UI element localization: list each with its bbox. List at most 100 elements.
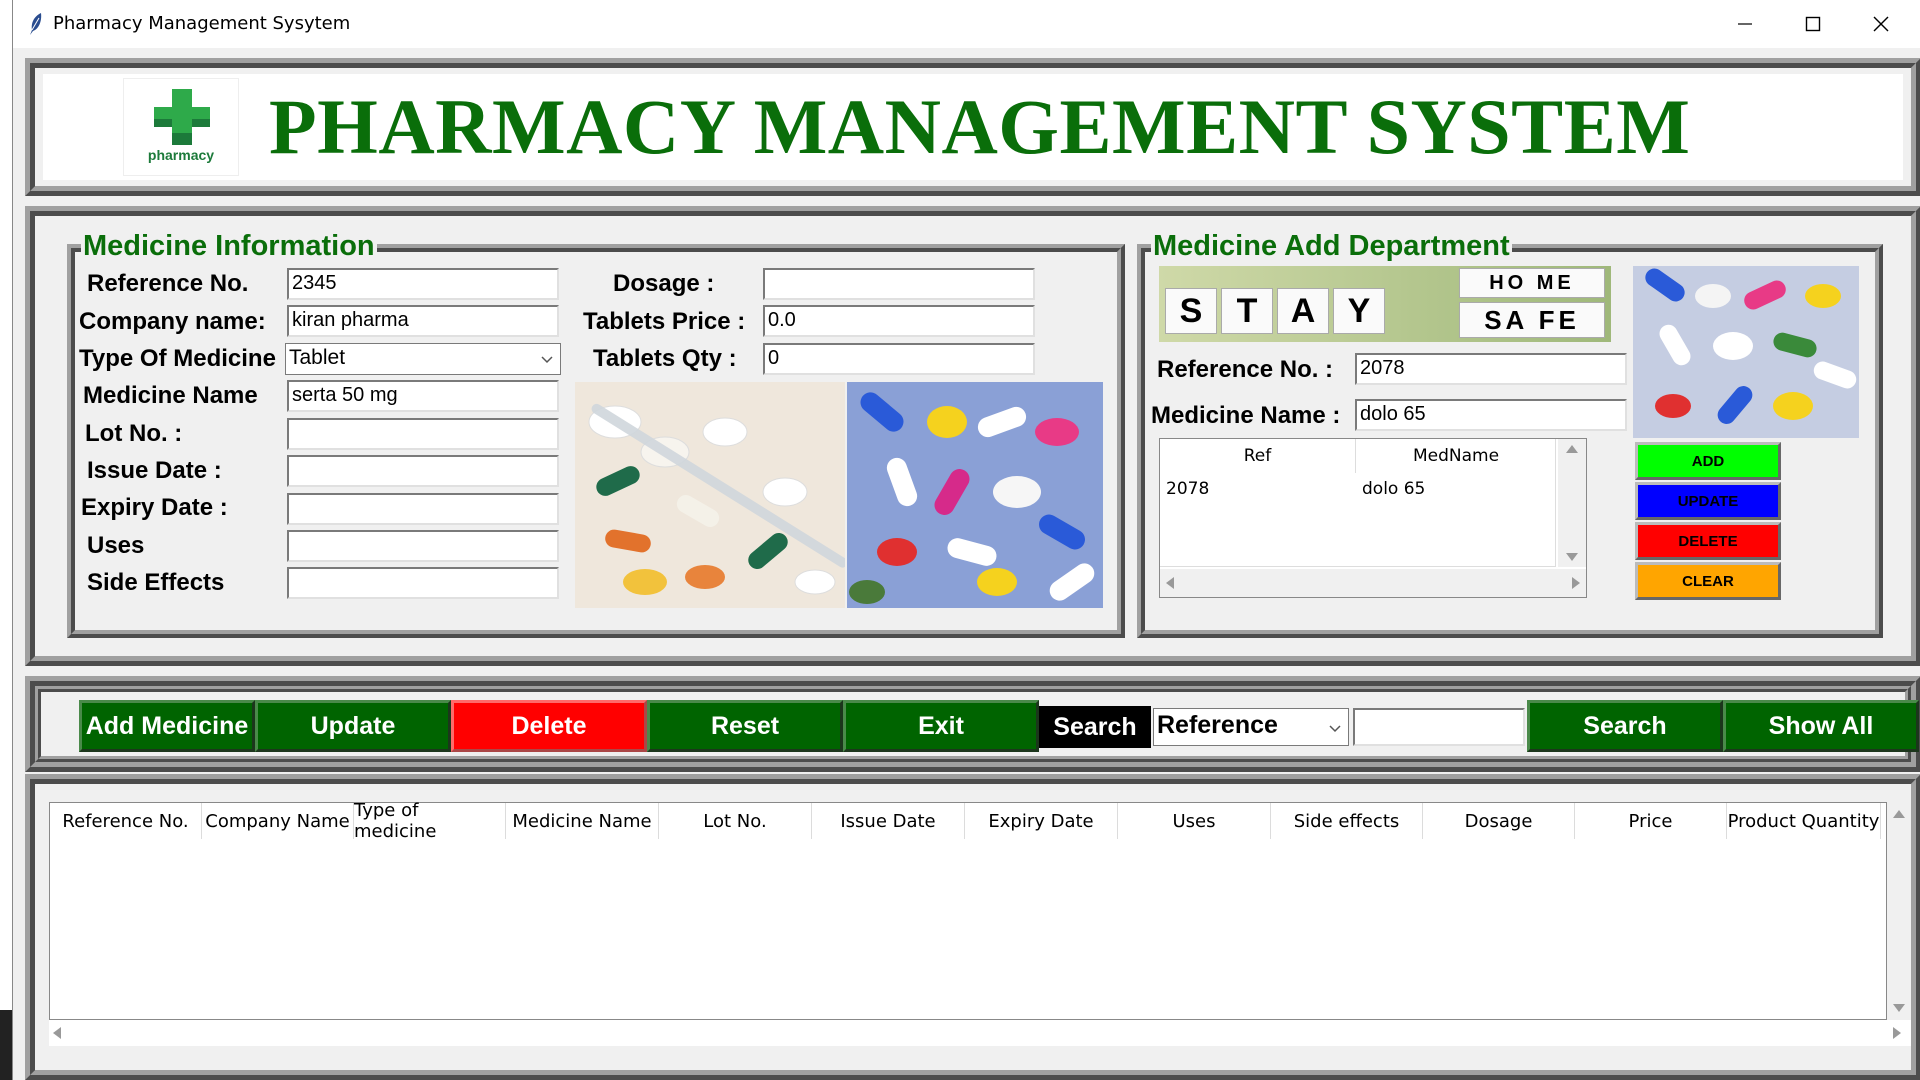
- desktop-taskbar-edge: [0, 1010, 12, 1080]
- medicine-name-input[interactable]: serta 50 mg: [287, 380, 559, 412]
- side-effects-label: Side Effects: [87, 569, 225, 596]
- delete-medicine-button[interactable]: Delete: [451, 700, 647, 752]
- reference-no-input[interactable]: 2345: [287, 268, 559, 300]
- type-of-medicine-select[interactable]: Tablet: [285, 343, 561, 375]
- pills-pile-image: [1633, 266, 1859, 438]
- medicine-information-title: Medicine Information: [81, 230, 377, 263]
- letter-tile: Y: [1333, 288, 1385, 334]
- title-bar: Pharmacy Management Sysytem: [13, 0, 1920, 48]
- app-window: Pharmacy Management Sysytem pharmacy PHA…: [12, 0, 1920, 1080]
- stay-word: S T A Y: [1165, 288, 1385, 334]
- add-dept-reference-no-label: Reference No. :: [1157, 356, 1334, 383]
- main-frame: Medicine Information Reference No. 2345 …: [25, 206, 1920, 666]
- table-vertical-scrollbar[interactable]: [1887, 802, 1911, 1020]
- expiry-date-label: Expiry Date :: [81, 494, 228, 521]
- column-header[interactable]: Company Name: [202, 803, 354, 839]
- header-frame: pharmacy PHARMACY MANAGEMENT SYSTEM: [25, 58, 1920, 196]
- list-header-ref[interactable]: Ref: [1160, 439, 1356, 473]
- side-effects-input[interactable]: [287, 567, 559, 599]
- clear-button[interactable]: CLEAR: [1635, 562, 1781, 600]
- tablets-price-label: Tablets Price :: [583, 308, 746, 335]
- table-frame: Reference No. Company Name Type of medic…: [25, 774, 1920, 1080]
- search-input[interactable]: [1353, 708, 1525, 746]
- medicine-name-label: Medicine Name: [83, 382, 258, 409]
- uses-input[interactable]: [287, 530, 559, 562]
- column-header[interactable]: Medicine Name: [506, 803, 659, 839]
- tablets-qty-input[interactable]: 0: [763, 343, 1035, 375]
- update-button[interactable]: UPDATE: [1635, 482, 1781, 520]
- company-name-input[interactable]: kiran pharma: [287, 305, 559, 337]
- list-cell-medname: dolo 65: [1362, 479, 1426, 499]
- add-dept-medicine-name-input[interactable]: dolo 65: [1355, 399, 1627, 431]
- lot-no-input[interactable]: [287, 418, 559, 450]
- letter-tile: T: [1221, 288, 1273, 334]
- safe-tiles: SA FE: [1459, 302, 1605, 338]
- list-cell-ref: 2078: [1166, 479, 1210, 499]
- home-tiles: HO ME: [1459, 268, 1605, 298]
- list-vertical-scrollbar[interactable]: [1558, 439, 1586, 567]
- medicine-add-department-title: Medicine Add Department: [1151, 230, 1512, 263]
- search-by-select[interactable]: Reference: [1153, 708, 1349, 746]
- dosage-label: Dosage :: [613, 270, 715, 297]
- search-button[interactable]: Search: [1527, 700, 1723, 752]
- issue-date-input[interactable]: [287, 455, 559, 487]
- logo-text: pharmacy: [147, 147, 215, 163]
- expiry-date-input[interactable]: [287, 493, 559, 525]
- list-horizontal-scrollbar[interactable]: [1160, 569, 1586, 597]
- window-title: Pharmacy Management Sysytem: [53, 13, 351, 34]
- pharmacy-logo: pharmacy: [123, 78, 239, 176]
- table-header: Reference No. Company Name Type of medic…: [50, 800, 1888, 842]
- company-name-label: Company name:: [79, 308, 266, 335]
- list-header-medname[interactable]: MedName: [1356, 439, 1556, 473]
- column-header[interactable]: Expiry Date: [965, 803, 1118, 839]
- dosage-input[interactable]: [763, 268, 1035, 300]
- issue-date-label: Issue Date :: [87, 457, 222, 484]
- column-header[interactable]: Issue Date: [812, 803, 965, 839]
- search-label: Search: [1039, 706, 1151, 748]
- type-of-medicine-value: Tablet: [289, 346, 346, 369]
- table-horizontal-scrollbar[interactable]: [49, 1020, 1911, 1046]
- minimize-button[interactable]: [1711, 0, 1779, 48]
- medicine-information-group: Medicine Information Reference No. 2345 …: [67, 230, 1125, 638]
- pills-thermometer-image: [575, 382, 845, 608]
- add-dept-button-panel: ADD UPDATE DELETE CLEAR: [1635, 442, 1781, 612]
- search-by-value: Reference: [1157, 711, 1278, 739]
- show-all-button[interactable]: Show All: [1723, 700, 1919, 752]
- medicine-list[interactable]: Ref MedName 2078 dolo 65: [1159, 438, 1587, 598]
- column-header[interactable]: Type of medicine: [354, 800, 506, 842]
- delete-button[interactable]: DELETE: [1635, 522, 1781, 560]
- reset-button[interactable]: Reset: [647, 700, 843, 752]
- header-panel: pharmacy PHARMACY MANAGEMENT SYSTEM: [43, 74, 1903, 180]
- app-title: PHARMACY MANAGEMENT SYSTEM: [269, 83, 1691, 170]
- medicine-add-department-group: Medicine Add Department S T A Y HO ME SA…: [1137, 230, 1883, 638]
- type-of-medicine-label: Type Of Medicine: [79, 345, 276, 372]
- desktop-background: [0, 0, 12, 1080]
- feather-icon: [27, 12, 45, 36]
- reference-no-label: Reference No.: [87, 270, 249, 297]
- add-medicine-button[interactable]: Add Medicine: [79, 700, 255, 752]
- medicine-table[interactable]: Reference No. Company Name Type of medic…: [49, 800, 1888, 1020]
- colorful-pills-image: [847, 382, 1103, 608]
- stay-home-safe-banner: S T A Y HO ME SA FE: [1159, 266, 1611, 342]
- list-row[interactable]: 2078 dolo 65: [1160, 475, 1556, 503]
- add-dept-reference-no-input[interactable]: 2078: [1355, 353, 1627, 385]
- update-medicine-button[interactable]: Update: [255, 700, 451, 752]
- toolbar-frame: Add Medicine Update Delete Reset Exit Se…: [25, 676, 1920, 772]
- column-header[interactable]: Side effects: [1271, 803, 1423, 839]
- column-header[interactable]: Product Quantity: [1727, 803, 1881, 839]
- add-button[interactable]: ADD: [1635, 442, 1781, 480]
- add-dept-medicine-name-label: Medicine Name :: [1151, 402, 1341, 429]
- column-header[interactable]: Reference No.: [50, 803, 202, 839]
- maximize-button[interactable]: [1779, 0, 1847, 48]
- exit-button[interactable]: Exit: [843, 700, 1039, 752]
- column-header[interactable]: Price: [1575, 803, 1727, 839]
- column-header[interactable]: Lot No.: [659, 803, 812, 839]
- tablets-qty-label: Tablets Qty :: [593, 345, 737, 372]
- letter-tile: A: [1277, 288, 1329, 334]
- close-button[interactable]: [1847, 0, 1915, 48]
- tablets-price-input[interactable]: 0.0: [763, 305, 1035, 337]
- column-header[interactable]: Dosage: [1423, 803, 1575, 839]
- uses-label: Uses: [87, 532, 145, 559]
- column-header[interactable]: Uses: [1118, 803, 1271, 839]
- chevron-down-icon: [538, 348, 556, 370]
